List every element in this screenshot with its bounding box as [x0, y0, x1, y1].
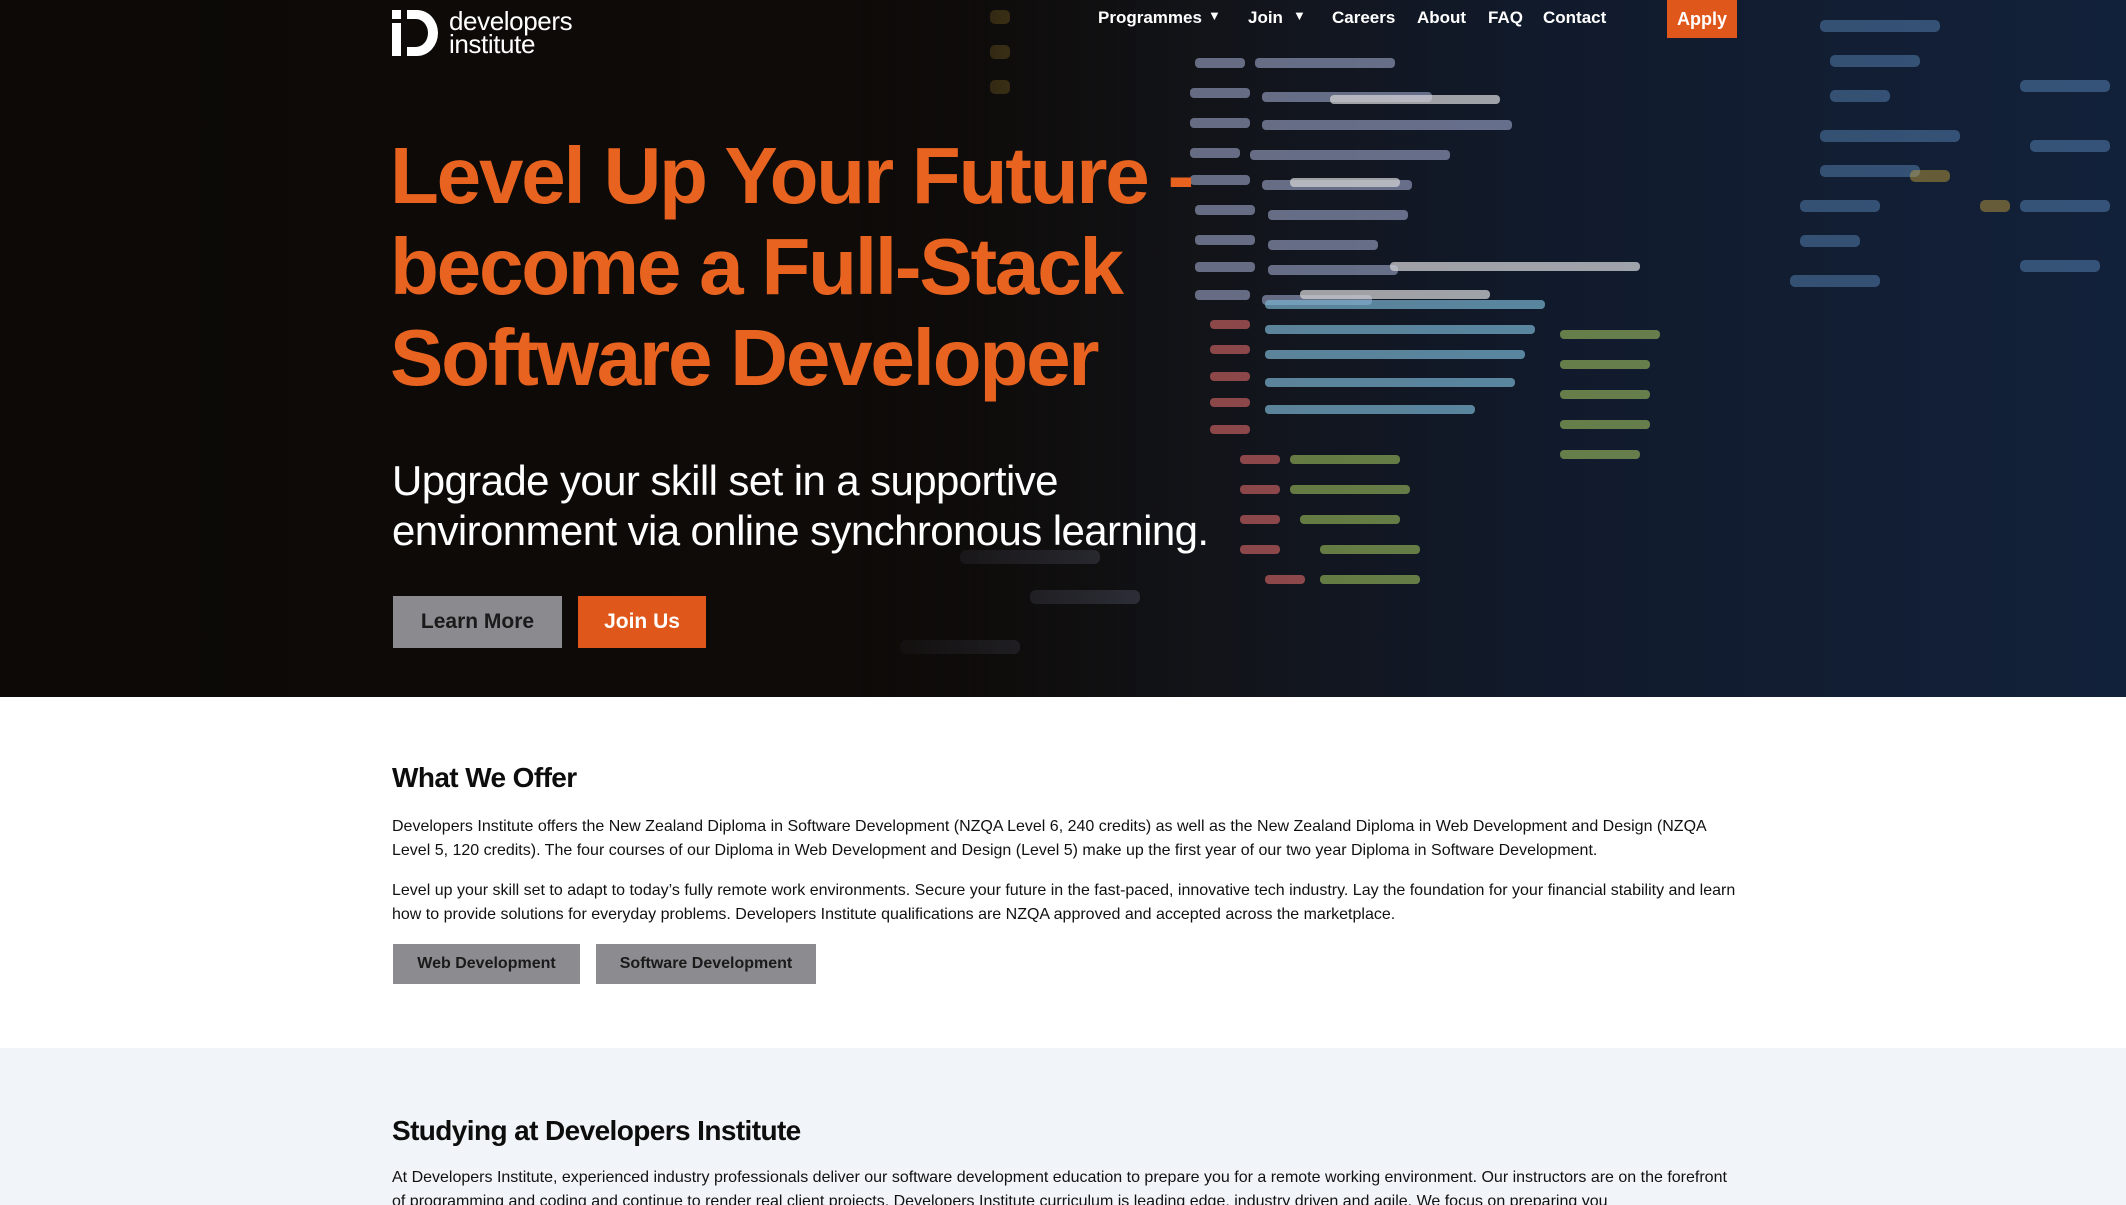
- section-title: Studying at Developers Institute: [392, 1115, 801, 1146]
- learn-more-button[interactable]: Learn More: [393, 596, 562, 648]
- nav-careers[interactable]: Careers: [1332, 8, 1395, 28]
- hero-subtitle: Upgrade your skill set in a supportive e…: [392, 457, 1209, 554]
- nav-about[interactable]: About: [1417, 8, 1466, 28]
- chevron-down-icon[interactable]: ▼: [1293, 8, 1306, 23]
- chevron-down-icon[interactable]: ▼: [1208, 8, 1221, 23]
- what-we-offer-section: What We Offer Developers Institute offer…: [0, 697, 2126, 1048]
- hero-title: Level Up Your Future - become a Full-Sta…: [390, 131, 1194, 402]
- web-development-button[interactable]: Web Development: [393, 944, 580, 984]
- studying-paragraph-1: At Developers Institute, experienced ind…: [392, 1169, 1727, 1205]
- hero-section: developers institute Programmes ▼ Join ▼…: [0, 0, 2126, 697]
- nav-join[interactable]: Join: [1248, 8, 1283, 28]
- join-us-button[interactable]: Join Us: [578, 596, 706, 648]
- nav-contact[interactable]: Contact: [1543, 8, 1606, 28]
- site-header: developers institute Programmes ▼ Join ▼…: [0, 0, 2126, 57]
- offer-paragraph-1: Developers Institute offers the New Zeal…: [392, 818, 1706, 859]
- studying-section: Studying at Developers Institute At Deve…: [0, 1048, 2126, 1205]
- nav-programmes[interactable]: Programmes: [1098, 8, 1202, 28]
- software-development-button[interactable]: Software Development: [596, 944, 816, 984]
- main-nav: Programmes ▼ Join ▼ Careers About FAQ Co…: [0, 0, 2126, 38]
- apply-button[interactable]: Apply: [1667, 0, 1737, 38]
- nav-faq[interactable]: FAQ: [1488, 8, 1523, 28]
- brand-line-2: institute: [449, 29, 536, 59]
- offer-paragraph-2: Level up your skill set to adapt to toda…: [392, 882, 1736, 923]
- section-title: What We Offer: [392, 762, 577, 793]
